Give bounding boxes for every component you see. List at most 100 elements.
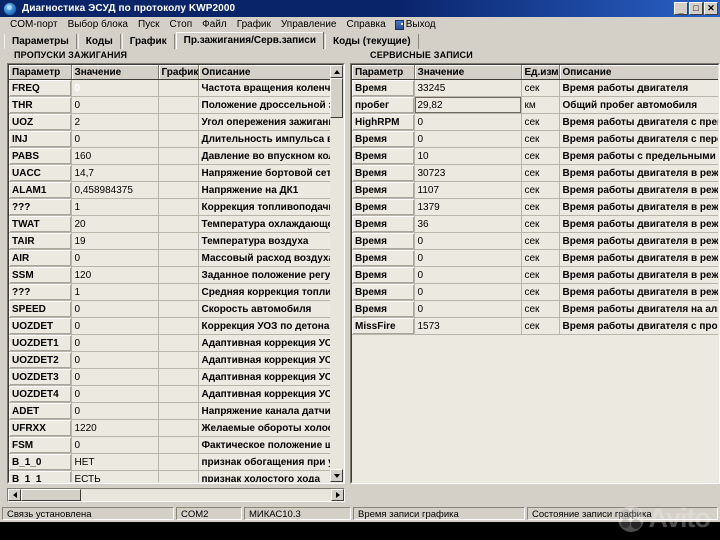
tab-current-codes[interactable]: Коды (текущие) bbox=[325, 34, 419, 49]
table-row[interactable]: THR0Положение дроссельной заслонки bbox=[9, 97, 344, 114]
table-row[interactable]: FSM0Фактическое положение шагового двиг. bbox=[9, 437, 344, 454]
minimize-button[interactable]: _ bbox=[674, 2, 688, 15]
cell-value[interactable]: 0 bbox=[414, 131, 521, 148]
cell-graph[interactable] bbox=[158, 148, 198, 165]
cell-value[interactable]: 0 bbox=[414, 301, 521, 318]
cell-param[interactable]: UOZDET3 bbox=[9, 369, 71, 386]
misfire-horizontal-scrollbar[interactable] bbox=[7, 488, 345, 502]
cell-graph[interactable] bbox=[158, 437, 198, 454]
cell-graph[interactable] bbox=[158, 250, 198, 267]
cell-graph[interactable] bbox=[158, 454, 198, 471]
cell-graph[interactable] bbox=[158, 267, 198, 284]
table-row[interactable]: SSM120Заданное положение регулятора ХХ bbox=[9, 267, 344, 284]
cell-value[interactable]: 120 bbox=[71, 267, 158, 284]
cell-param[interactable]: HighRPM bbox=[352, 114, 414, 131]
cell-value[interactable]: 2 bbox=[71, 114, 158, 131]
table-row[interactable]: Время33245секВремя работы двигателя bbox=[352, 80, 719, 97]
table-row[interactable]: B_1_1ЕСТЬпризнак холостого хода bbox=[9, 471, 344, 484]
table-row[interactable]: ???1Коррекция топливоподачи по ДК bbox=[9, 199, 344, 216]
cell-param[interactable]: FSM bbox=[9, 437, 71, 454]
cell-value[interactable]: 0 bbox=[414, 284, 521, 301]
cell-param[interactable]: пробег bbox=[352, 97, 414, 114]
cell-param[interactable]: Время bbox=[352, 131, 414, 148]
menu-item-com-port[interactable]: COM-порт bbox=[5, 17, 63, 32]
misfire-hscroll-frame[interactable] bbox=[7, 488, 345, 502]
cell-value[interactable]: 19 bbox=[71, 233, 158, 250]
cell-value[interactable]: 160 bbox=[71, 148, 158, 165]
table-row[interactable]: AIR0Массовый расход воздуха bbox=[9, 250, 344, 267]
service-grid-viewport[interactable]: Параметр Значение Ед.изм. Описание Время… bbox=[351, 64, 719, 483]
cell-param[interactable]: UACC bbox=[9, 165, 71, 182]
cell-value[interactable]: 10 bbox=[414, 148, 521, 165]
cell-value[interactable]: 1 bbox=[71, 199, 158, 216]
cell-param[interactable]: UOZDET bbox=[9, 318, 71, 335]
tab-graph[interactable]: График bbox=[122, 34, 175, 49]
menu-item-exit[interactable]: Выход bbox=[391, 19, 440, 30]
table-row[interactable]: Время1107секВремя работы двигателя в реж… bbox=[352, 182, 719, 199]
table-row[interactable]: Время36секВремя работы двигателя в режим… bbox=[352, 216, 719, 233]
cell-param[interactable]: Время bbox=[352, 182, 414, 199]
cell-param[interactable]: AIR bbox=[9, 250, 71, 267]
cell-param[interactable]: Время bbox=[352, 267, 414, 284]
cell-value[interactable]: 1379 bbox=[414, 199, 521, 216]
cell-param[interactable]: PABS bbox=[9, 148, 71, 165]
cell-param[interactable]: Время bbox=[352, 199, 414, 216]
menu-item-control[interactable]: Управление bbox=[276, 17, 342, 32]
table-row[interactable]: ???1Средняя коррекция топливоподачи bbox=[9, 284, 344, 301]
cell-value[interactable]: 33245 bbox=[414, 80, 521, 97]
cell-graph[interactable] bbox=[158, 471, 198, 484]
table-row[interactable]: MissFire1573секВремя работы двигателя с … bbox=[352, 318, 719, 335]
table-row[interactable]: ALAM10,458984375Напряжение на ДК1 bbox=[9, 182, 344, 199]
cell-param[interactable]: ALAM1 bbox=[9, 182, 71, 199]
cell-graph[interactable] bbox=[158, 97, 198, 114]
cell-graph[interactable] bbox=[158, 352, 198, 369]
table-row[interactable]: TAIR19Температура воздуха bbox=[9, 233, 344, 250]
table-row[interactable]: HighRPM0секВремя работы двигателя с прев… bbox=[352, 114, 719, 131]
table-row[interactable]: Время0секВремя работы двигателя в режиме… bbox=[352, 267, 719, 284]
cell-value[interactable]: 0 bbox=[414, 114, 521, 131]
table-row[interactable]: UACC14,7Напряжение бортовой сети bbox=[9, 165, 344, 182]
table-row[interactable]: UOZDET40Адаптивная коррекция УОЗ по цил.… bbox=[9, 386, 344, 403]
col-header-graph[interactable]: График bbox=[158, 65, 198, 80]
scroll-left-button[interactable] bbox=[8, 489, 21, 501]
cell-param[interactable]: Время bbox=[352, 165, 414, 182]
cell-graph[interactable] bbox=[158, 284, 198, 301]
table-row[interactable]: Время0секВремя работы двигателя с перегр… bbox=[352, 131, 719, 148]
cell-graph[interactable] bbox=[158, 131, 198, 148]
cell-value[interactable]: НЕТ bbox=[71, 454, 158, 471]
cell-param[interactable]: Время bbox=[352, 284, 414, 301]
cell-value[interactable]: 0 bbox=[71, 403, 158, 420]
table-row[interactable]: TWAT20Температура охлаждающей жидкости bbox=[9, 216, 344, 233]
cell-value[interactable]: 20 bbox=[71, 216, 158, 233]
cell-param[interactable]: UOZDET4 bbox=[9, 386, 71, 403]
cell-value[interactable]: 0 bbox=[71, 301, 158, 318]
scroll-right-button[interactable] bbox=[331, 489, 344, 501]
col-header-param[interactable]: Параметр bbox=[352, 65, 414, 80]
cell-graph[interactable] bbox=[158, 386, 198, 403]
misfire-hscroll-thumb[interactable] bbox=[21, 489, 81, 501]
table-row[interactable]: SPEED0Скорость автомобиля bbox=[9, 301, 344, 318]
cell-graph[interactable] bbox=[158, 182, 198, 199]
cell-param[interactable]: SPEED bbox=[9, 301, 71, 318]
cell-param[interactable]: TAIR bbox=[9, 233, 71, 250]
cell-value[interactable]: 0 bbox=[414, 250, 521, 267]
menu-item-file[interactable]: Файл bbox=[197, 17, 232, 32]
cell-param[interactable]: UOZ bbox=[9, 114, 71, 131]
table-row[interactable]: B_1_0НЕТпризнак обогащения при ускорении bbox=[9, 454, 344, 471]
cell-graph[interactable] bbox=[158, 165, 198, 182]
cell-param[interactable]: TWAT bbox=[9, 216, 71, 233]
col-header-unit[interactable]: Ед.изм. bbox=[521, 65, 559, 80]
cell-value[interactable]: 1107 bbox=[414, 182, 521, 199]
cell-param[interactable]: FREQ bbox=[9, 80, 71, 97]
misfire-hscroll-track[interactable] bbox=[21, 489, 331, 501]
cell-value[interactable]: 30723 bbox=[414, 165, 521, 182]
cell-value[interactable]: 0 bbox=[414, 233, 521, 250]
cell-param[interactable]: UOZDET2 bbox=[9, 352, 71, 369]
cell-value[interactable]: 0 bbox=[71, 97, 158, 114]
table-row[interactable]: FREQ0Частота вращения коленчатого вала bbox=[9, 80, 344, 97]
table-row[interactable]: Время0секВремя работы двигателя в режиме… bbox=[352, 250, 719, 267]
scroll-up-button[interactable] bbox=[330, 65, 343, 78]
cell-value[interactable]: 0 bbox=[71, 318, 158, 335]
cell-graph[interactable] bbox=[158, 216, 198, 233]
cell-param[interactable]: THR bbox=[9, 97, 71, 114]
